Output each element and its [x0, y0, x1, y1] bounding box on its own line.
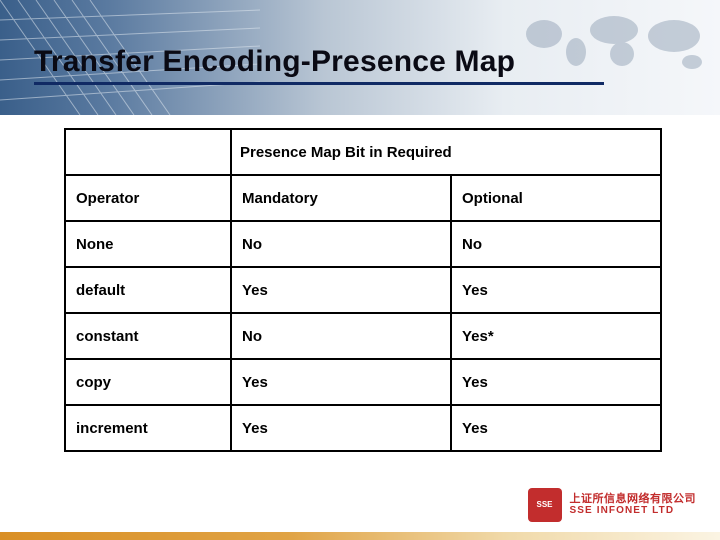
- cell-optional: Yes: [451, 405, 661, 451]
- table-header-merged: Presence Map Bit in Required: [231, 129, 661, 175]
- cell-mandatory: Yes: [231, 267, 451, 313]
- table-header-blank: [65, 129, 231, 175]
- table-row: default Yes Yes: [65, 267, 661, 313]
- table-row: increment Yes Yes: [65, 405, 661, 451]
- logo-cn-text: 上证所信息网络有限公司: [570, 494, 697, 506]
- table-col-header: Operator: [65, 175, 231, 221]
- cell-operator: default: [65, 267, 231, 313]
- slide: Transfer Encoding-Presence Map Presence …: [0, 0, 720, 540]
- cell-optional: Yes*: [451, 313, 661, 359]
- cell-operator: constant: [65, 313, 231, 359]
- logo-text: 上证所信息网络有限公司 SSE INFONET LTD: [570, 494, 697, 516]
- table-col-header: Optional: [451, 175, 661, 221]
- cell-operator: increment: [65, 405, 231, 451]
- table-row: constant No Yes*: [65, 313, 661, 359]
- logo-mark-icon: SSE: [528, 488, 562, 522]
- cell-mandatory: Yes: [231, 359, 451, 405]
- slide-title: Transfer Encoding-Presence Map: [34, 45, 515, 79]
- world-map-icon: [514, 6, 714, 76]
- cell-operator: None: [65, 221, 231, 267]
- title-underline: [34, 82, 604, 85]
- cell-optional: No: [451, 221, 661, 267]
- cell-mandatory: Yes: [231, 405, 451, 451]
- company-logo: SSE 上证所信息网络有限公司 SSE INFONET LTD: [528, 488, 697, 522]
- cell-optional: Yes: [451, 359, 661, 405]
- cell-operator: copy: [65, 359, 231, 405]
- cell-mandatory: No: [231, 313, 451, 359]
- cell-optional: Yes: [451, 267, 661, 313]
- cell-mandatory: No: [231, 221, 451, 267]
- table-col-header: Mandatory: [231, 175, 451, 221]
- bottom-stripe: [0, 532, 720, 540]
- table-row: copy Yes Yes: [65, 359, 661, 405]
- table-row: None No No: [65, 221, 661, 267]
- logo-en-text: SSE INFONET LTD: [570, 506, 697, 517]
- presence-map-table: Presence Map Bit in Required Operator Ma…: [64, 128, 660, 452]
